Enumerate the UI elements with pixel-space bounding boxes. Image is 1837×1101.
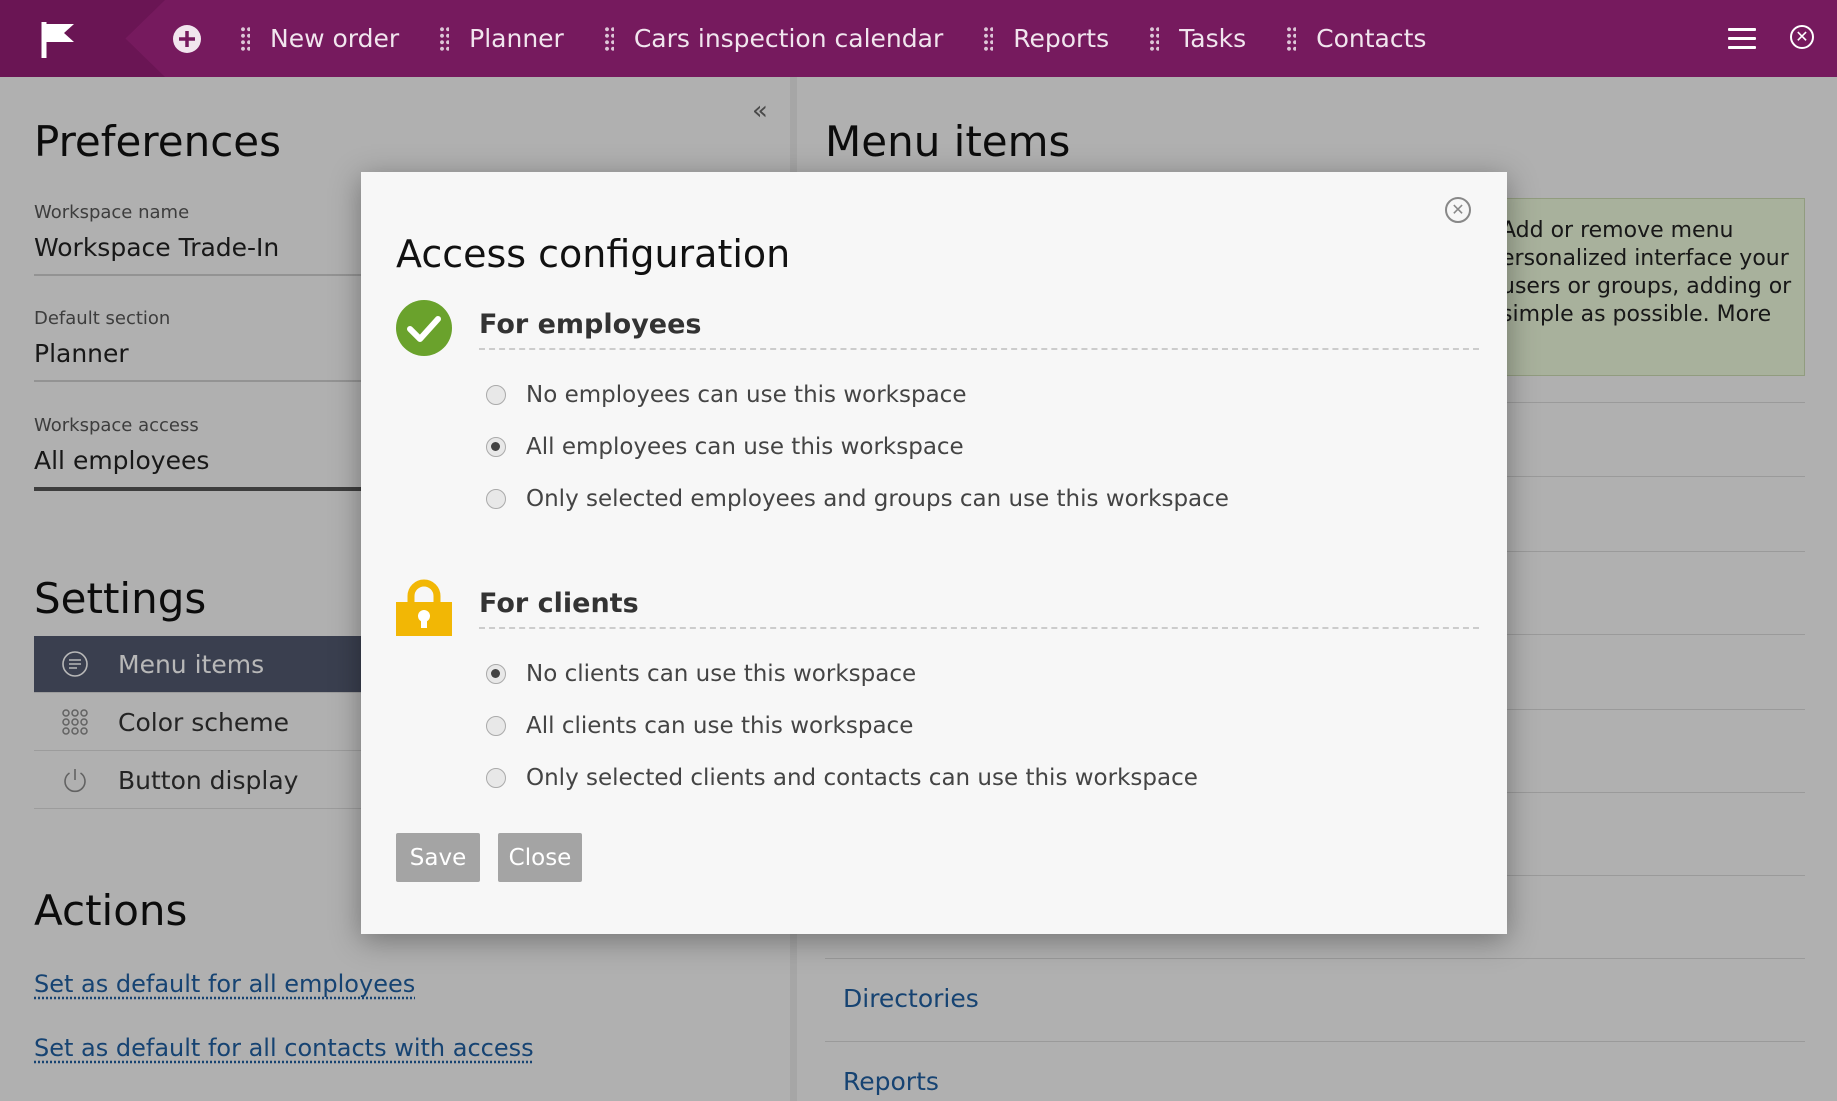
close-workspace-icon[interactable]: ✕ <box>1790 25 1814 49</box>
access-configuration-dialog: ✕ Access configuration For employees No … <box>361 172 1507 934</box>
drag-handle-icon[interactable] <box>439 25 450 52</box>
nav-item-label: Planner <box>469 24 564 53</box>
radio-selected-employees[interactable]: Only selected employees and groups can u… <box>486 486 1229 512</box>
radio-label: All employees can use this workspace <box>526 434 964 460</box>
radio-label: Only selected clients and contacts can u… <box>526 765 1198 791</box>
top-bar: New order Planner Cars inspection calend… <box>0 0 1837 77</box>
hamburger-menu-icon[interactable] <box>1728 28 1756 50</box>
employees-section-title: For employees <box>479 309 1479 350</box>
radio-label: All clients can use this workspace <box>526 713 914 739</box>
add-icon[interactable] <box>172 24 202 54</box>
nav-item-label: Reports <box>1013 24 1110 53</box>
radio-no-employees[interactable]: No employees can use this workspace <box>486 382 966 408</box>
nav-item-label: Cars inspection calendar <box>633 24 944 53</box>
check-circle-icon <box>396 300 452 360</box>
nav-item-label: Contacts <box>1316 24 1427 53</box>
radio-button[interactable] <box>486 489 506 509</box>
flag-icon <box>41 22 74 58</box>
drag-handle-icon[interactable] <box>983 25 994 52</box>
close-button[interactable]: Close <box>498 833 582 882</box>
dialog-title: Access configuration <box>396 232 791 276</box>
radio-button[interactable] <box>486 437 506 457</box>
drag-handle-icon[interactable] <box>240 25 250 52</box>
radio-selected-clients[interactable]: Only selected clients and contacts can u… <box>486 765 1198 791</box>
clients-section-title: For clients <box>479 588 1479 629</box>
drag-handle-icon[interactable] <box>1149 25 1160 52</box>
nav-item-cars-inspection-calendar[interactable]: Cars inspection calendar <box>603 24 944 53</box>
nav-item-label: New order <box>270 24 400 53</box>
radio-button[interactable] <box>486 716 506 736</box>
lock-icon <box>396 578 452 640</box>
radio-no-clients[interactable]: No clients can use this workspace <box>486 661 916 687</box>
nav-item-new-order[interactable]: New order <box>240 24 399 53</box>
drag-handle-icon[interactable] <box>603 25 614 52</box>
nav-item-contacts[interactable]: Contacts <box>1286 24 1426 53</box>
nav-item-label: Tasks <box>1179 24 1247 53</box>
radio-label: Only selected employees and groups can u… <box>526 486 1229 512</box>
drag-handle-icon[interactable] <box>1286 25 1297 52</box>
radio-all-clients[interactable]: All clients can use this workspace <box>486 713 913 739</box>
nav-item-reports[interactable]: Reports <box>983 24 1109 53</box>
radio-button[interactable] <box>486 385 506 405</box>
radio-button[interactable] <box>486 768 506 788</box>
radio-label: No employees can use this workspace <box>526 382 967 408</box>
main-nav: New order Planner Cars inspection calend… <box>240 0 1466 77</box>
close-icon[interactable]: ✕ <box>1445 197 1471 223</box>
radio-all-employees[interactable]: All employees can use this workspace <box>486 434 964 460</box>
radio-label: No clients can use this workspace <box>526 661 917 687</box>
nav-item-tasks[interactable]: Tasks <box>1149 24 1246 53</box>
logo[interactable] <box>0 0 165 77</box>
radio-button[interactable] <box>486 664 506 684</box>
save-button[interactable]: Save <box>396 833 480 882</box>
nav-item-planner[interactable]: Planner <box>439 24 564 53</box>
